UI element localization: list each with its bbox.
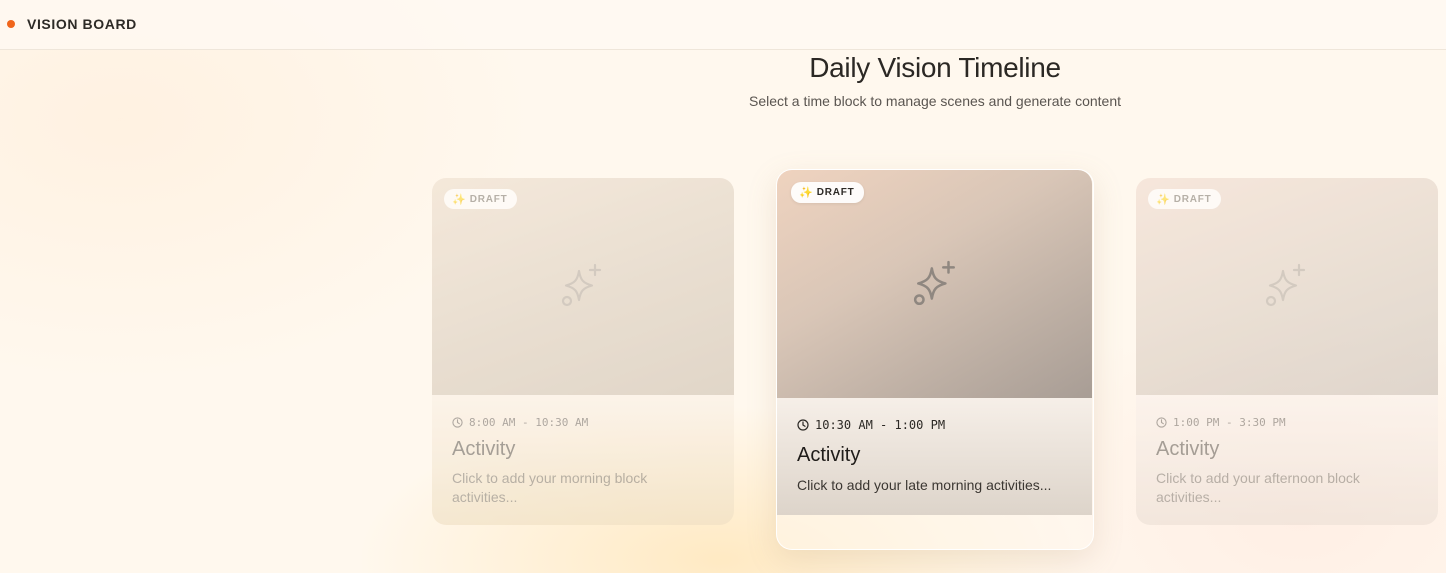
clock-icon xyxy=(452,417,463,428)
sparkle-plus-icon xyxy=(1265,263,1306,307)
card-image-placeholder: ✨ DRAFT xyxy=(1136,178,1438,395)
clock-icon xyxy=(1156,417,1167,428)
card-description: Click to add your afternoon block activi… xyxy=(1156,470,1360,505)
card-description: Click to add your morning block activiti… xyxy=(452,470,648,505)
time-range: 8:00 AM - 10:30 AM xyxy=(452,416,588,429)
draft-badge: ✨ DRAFT xyxy=(791,182,864,203)
badge-label: DRAFT xyxy=(1173,193,1212,205)
time-block-card-morning[interactable]: ✨ DRAFT 8:00 AM - 10:30 AM Activity Clic… xyxy=(432,178,734,525)
badge-label: DRAFT xyxy=(816,187,855,198)
page-title: Daily Vision Timeline xyxy=(809,52,1061,83)
draft-badge: ✨ DRAFT xyxy=(444,189,517,209)
top-bar: VISION BOARD xyxy=(0,0,1446,50)
card-title: Activity xyxy=(1156,438,1220,460)
badge-label: DRAFT xyxy=(469,193,508,205)
card-body: 10:30 AM - 1:00 PM Activity Click to add… xyxy=(777,398,1092,515)
time-range-label: 8:00 AM - 10:30 AM xyxy=(469,416,589,429)
sparkle-emoji-icon: ✨ xyxy=(799,187,813,199)
draft-badge: ✨ DRAFT xyxy=(1148,189,1221,209)
brand-dot-icon xyxy=(7,20,15,28)
time-range: 10:30 AM - 1:00 PM xyxy=(797,418,945,432)
time-range: 1:00 PM - 3:30 PM xyxy=(1156,416,1286,429)
time-block-card-afternoon[interactable]: ✨ DRAFT 1:00 PM - 3:30 PM Activity Click… xyxy=(1136,178,1438,525)
card-image-placeholder: ✨ DRAFT xyxy=(432,178,734,395)
sparkle-emoji-icon: ✨ xyxy=(452,193,466,206)
time-range-label: 1:00 PM - 3:30 PM xyxy=(1173,416,1286,429)
card-content: ✨ DRAFT 10:30 AM - 1:00 PM Activity Clic… xyxy=(777,170,1092,515)
card-body: 1:00 PM - 3:30 PM Activity Click to add … xyxy=(1136,395,1438,525)
card-description: Click to add your late morning activitie… xyxy=(797,477,1052,493)
card-body: 8:00 AM - 10:30 AM Activity Click to add… xyxy=(432,395,734,525)
clock-icon xyxy=(797,419,809,431)
page-subtitle: Select a time block to manage scenes and… xyxy=(748,93,1121,109)
sparkle-plus-icon xyxy=(913,260,955,306)
sparkle-emoji-icon: ✨ xyxy=(1156,193,1170,206)
time-range-label: 10:30 AM - 1:00 PM xyxy=(815,418,946,432)
sparkle-plus-icon xyxy=(561,263,602,307)
app-title: VISION BOARD xyxy=(27,16,137,32)
time-block-card-late-morning[interactable]: ✨ DRAFT 10:30 AM - 1:00 PM Activity Clic… xyxy=(776,169,1094,550)
card-title: Activity xyxy=(797,444,861,466)
card-title: Activity xyxy=(452,438,516,460)
card-image-placeholder: ✨ DRAFT xyxy=(777,170,1092,398)
